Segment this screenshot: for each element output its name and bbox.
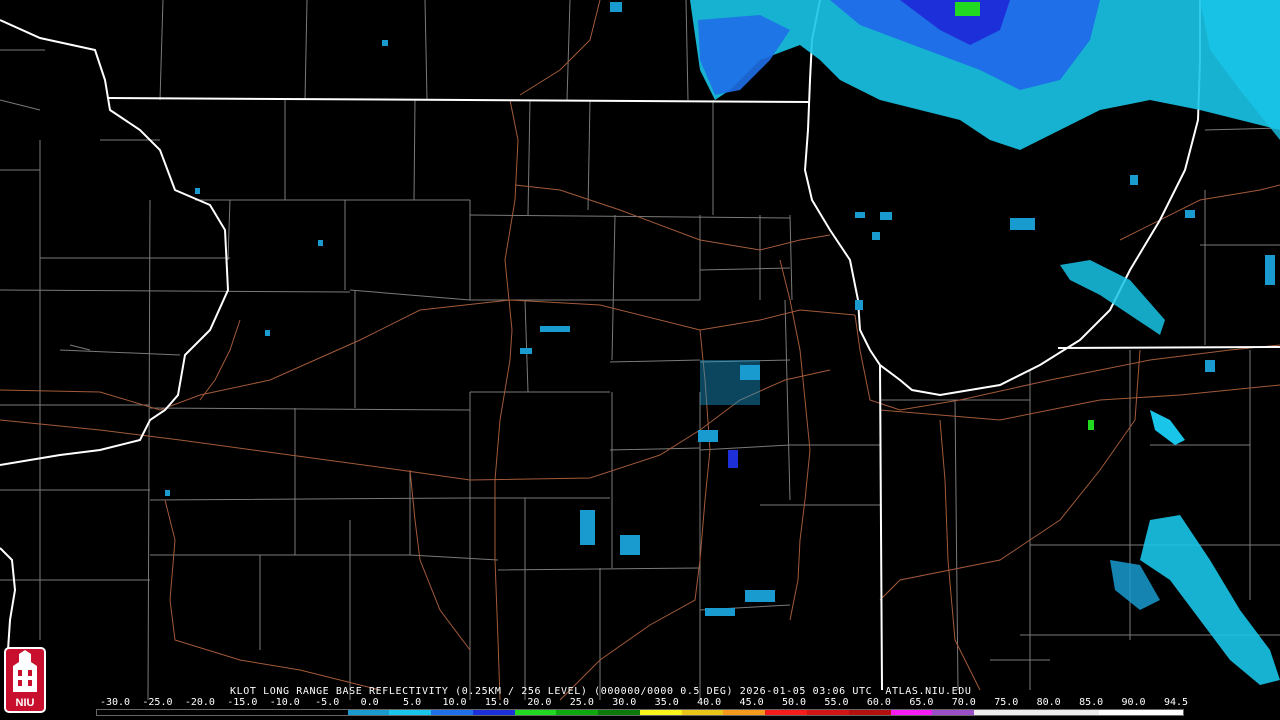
- colorbar-label: 15.0: [484, 697, 509, 708]
- colorbar-segment: [1015, 710, 1058, 715]
- colorbar-segment: [389, 710, 432, 715]
- colorbar-label: 85.0: [1079, 697, 1104, 708]
- colorbar-segment: [974, 710, 1016, 715]
- colorbar-label: 25.0: [569, 697, 594, 708]
- colorbar-label: -20.0: [184, 697, 215, 708]
- echo-east-spot: [1150, 410, 1185, 445]
- colorbar-segment: [681, 710, 724, 715]
- radar-echoes: [165, 0, 1280, 685]
- colorbar-segment: [556, 710, 599, 715]
- colorbar-segment: [723, 710, 766, 715]
- colorbar-label: 65.0: [909, 697, 934, 708]
- colorbar-segment: [1099, 710, 1142, 715]
- echo-lake-band: [1060, 260, 1165, 335]
- colorbar-label: 50.0: [781, 697, 807, 708]
- colorbar-segment: [765, 710, 808, 715]
- colorbar-segment: [932, 710, 975, 715]
- colorbar-label: 55.0: [824, 697, 849, 708]
- colorbar-segment: [598, 710, 640, 715]
- colorbar-label: 70.0: [951, 697, 976, 708]
- colorbar-segment: [514, 710, 557, 715]
- colorbar-label: 45.0: [739, 697, 764, 708]
- colorbar-label: 94.5: [1163, 697, 1189, 708]
- echo-se-band: [1140, 515, 1280, 685]
- colorbar-label: -5.0: [315, 697, 340, 708]
- colorbar-segment: [807, 710, 849, 715]
- colorbar-segment: [848, 710, 891, 715]
- colorbar-label: 40.0: [697, 697, 722, 708]
- colorbar-segment: [639, 710, 682, 715]
- colorbar-segment: [305, 710, 348, 715]
- colorbar-label: 20.0: [527, 697, 552, 708]
- colorbar-label: -15.0: [227, 697, 258, 708]
- colorbar-segment: [347, 710, 390, 715]
- colorbar-segment: [1057, 710, 1100, 715]
- colorbar-label: 90.0: [1121, 697, 1146, 708]
- echo-west-patch: [698, 15, 790, 95]
- colorbar-label: 30.0: [612, 697, 637, 708]
- colorbar-label: 35.0: [654, 697, 679, 708]
- colorbar-label: -10.0: [269, 697, 300, 708]
- colorbar-segment: [138, 710, 181, 715]
- colorbar-segment: [890, 710, 933, 715]
- colorbar-segment: [1141, 710, 1183, 715]
- radar-map: [0, 0, 1280, 701]
- colorbar-segment: [431, 710, 473, 715]
- colorbar-segment: [222, 710, 265, 715]
- colorbar-label: 60.0: [866, 697, 891, 708]
- colorbar-label: 80.0: [1036, 697, 1061, 708]
- colorbar-label: -25.0: [142, 697, 173, 708]
- colorbar-label: 5.0: [403, 697, 422, 708]
- colorbar-segment: [180, 710, 223, 715]
- colorbar-segment: [472, 710, 515, 715]
- colorbar-segment: [264, 710, 306, 715]
- colorbar-label: 0.0: [360, 697, 379, 708]
- echo-green-spot: [955, 2, 980, 16]
- colorbar-labels: -30.0 -25.0 -20.0 -15.0 -10.0 -5.0 0.0 5.0 10.0 1…: [0, 697, 1280, 709]
- colorbar-label: -30.0: [99, 697, 131, 708]
- colorbar: [96, 709, 1184, 716]
- colorbar-label: 75.0: [994, 697, 1019, 708]
- colorbar-label: 10.0: [442, 697, 467, 708]
- colorbar-segment: [97, 710, 139, 715]
